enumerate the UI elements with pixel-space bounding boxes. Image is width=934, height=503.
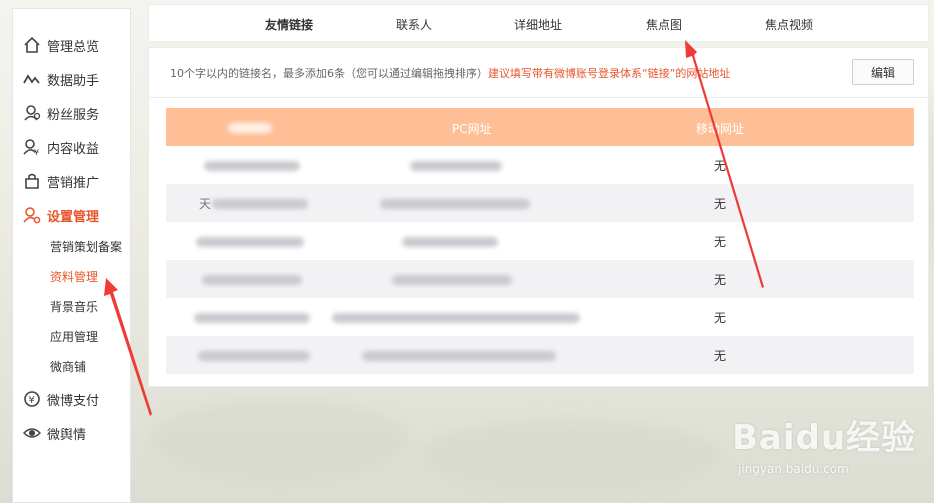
blurred-link-name (196, 237, 304, 247)
mobile-url-cell: 无 (714, 349, 727, 363)
baidu-watermark: Baidu经验 jingyan.baidu.com (720, 398, 920, 488)
subitem-profile-management[interactable]: 资料管理 (50, 268, 98, 285)
links-panel: 10个字以内的链接名，最多添加6条（您可以通过编辑拖拽排序）建议填写带有微博账号… (148, 47, 929, 387)
tab-contacts[interactable]: 联系人 (396, 16, 432, 33)
mobile-url-cell: 无 (714, 197, 727, 211)
blurred-pc-url (332, 313, 580, 323)
fans-icon (23, 104, 41, 122)
table-row[interactable]: 无 (166, 146, 914, 184)
sidebar: 管理总览 数据助手 粉丝服务 ¥ 内容收益 营销推广 设置管理 营销策划备案 资… (12, 8, 131, 503)
watermark-url: jingyan.baidu.com (738, 462, 849, 476)
sidebar-item-label: 微博支付 (47, 393, 100, 409)
edit-button[interactable]: 编辑 (852, 59, 914, 85)
sidebar-item-data-assistant[interactable]: 数据助手 (23, 67, 99, 91)
user-gear-icon (23, 206, 41, 224)
blurred-link-name (194, 313, 310, 323)
blurred-pc-url (380, 199, 530, 209)
blurred-pc-url (362, 351, 556, 361)
blurred-link-name (204, 161, 300, 171)
blurred-pc-url (402, 237, 498, 247)
home-icon (23, 36, 41, 54)
bag-icon (23, 172, 41, 190)
svg-text:¥: ¥ (34, 148, 39, 156)
trend-line-icon (23, 70, 41, 88)
sidebar-item-label: 设置管理 (47, 209, 100, 225)
sidebar-item-label: 微舆情 (47, 427, 87, 443)
column-header-mobile-url: 移动网址 (696, 122, 745, 136)
yen-circle-icon: ¥ (23, 390, 41, 408)
subitem-app-management[interactable]: 应用管理 (50, 328, 98, 345)
hint-warning: 建议填写带有微博账号登录体系“链接”的网站地址 (488, 67, 731, 80)
blurred-pc-url (410, 161, 502, 171)
tab-focus-image[interactable]: 焦点图 (646, 16, 682, 33)
sidebar-item-revenue[interactable]: ¥ 内容收益 (23, 135, 99, 159)
sidebar-item-label: 营销推广 (47, 175, 100, 191)
hint-main: 10个字以内的链接名，最多添加6条（您可以通过编辑拖拽排序） (170, 67, 488, 80)
table-row[interactable]: 无 (166, 336, 914, 374)
link-name-prefix: 天 (199, 197, 212, 211)
sidebar-item-fans[interactable]: 粉丝服务 (23, 101, 99, 125)
tab-bar: 友情链接 联系人 详细地址 焦点图 焦点视频 (148, 4, 929, 42)
eye-icon (23, 424, 41, 442)
tab-focus-video[interactable]: 焦点视频 (765, 16, 813, 33)
user-yen-icon: ¥ (23, 138, 41, 156)
sidebar-item-settings[interactable]: 设置管理 (23, 203, 99, 227)
column-header-pc-url: PC网址 (452, 122, 492, 136)
table-header: PC网址 移动网址 (166, 108, 914, 146)
table-row[interactable]: 天 无 (166, 184, 914, 222)
table-row[interactable]: 无 (166, 260, 914, 298)
background-hill (420, 420, 720, 490)
sidebar-item-label: 数据助手 (47, 73, 100, 89)
watermark-brand: Baidu经验 (732, 418, 917, 458)
sidebar-item-label: 管理总览 (47, 39, 100, 55)
blurred-link-name (202, 275, 302, 285)
svg-text:¥: ¥ (29, 395, 35, 406)
mobile-url-cell: 无 (714, 273, 727, 287)
sidebar-item-marketing[interactable]: 营销推广 (23, 169, 99, 193)
subitem-marketing-plan[interactable]: 营销策划备案 (50, 238, 122, 255)
divider (149, 97, 928, 98)
tab-address[interactable]: 详细地址 (514, 16, 562, 33)
subitem-micro-shop[interactable]: 微商铺 (50, 358, 86, 375)
sidebar-item-label: 内容收益 (47, 141, 100, 157)
subitem-background-music[interactable]: 背景音乐 (50, 298, 98, 315)
sidebar-item-weibo-pay[interactable]: ¥ 微博支付 (23, 387, 99, 411)
blurred-pc-url (392, 275, 512, 285)
tab-friend-links[interactable]: 友情链接 (265, 16, 313, 33)
mobile-url-cell: 无 (714, 235, 727, 249)
sidebar-item-public-opinion[interactable]: 微舆情 (23, 421, 86, 445)
blurred-link-name (198, 351, 310, 361)
blurred-header (228, 123, 272, 133)
mobile-url-cell: 无 (714, 311, 727, 325)
blurred-link-name (212, 199, 308, 209)
background-hill (150, 400, 410, 480)
mobile-url-cell: 无 (714, 159, 727, 173)
sidebar-item-label: 粉丝服务 (47, 107, 100, 123)
table-row[interactable]: 无 (166, 298, 914, 336)
hint-text: 10个字以内的链接名，最多添加6条（您可以通过编辑拖拽排序）建议填写带有微博账号… (170, 65, 730, 81)
table-row[interactable]: 无 (166, 222, 914, 260)
sidebar-item-overview[interactable]: 管理总览 (23, 33, 99, 57)
